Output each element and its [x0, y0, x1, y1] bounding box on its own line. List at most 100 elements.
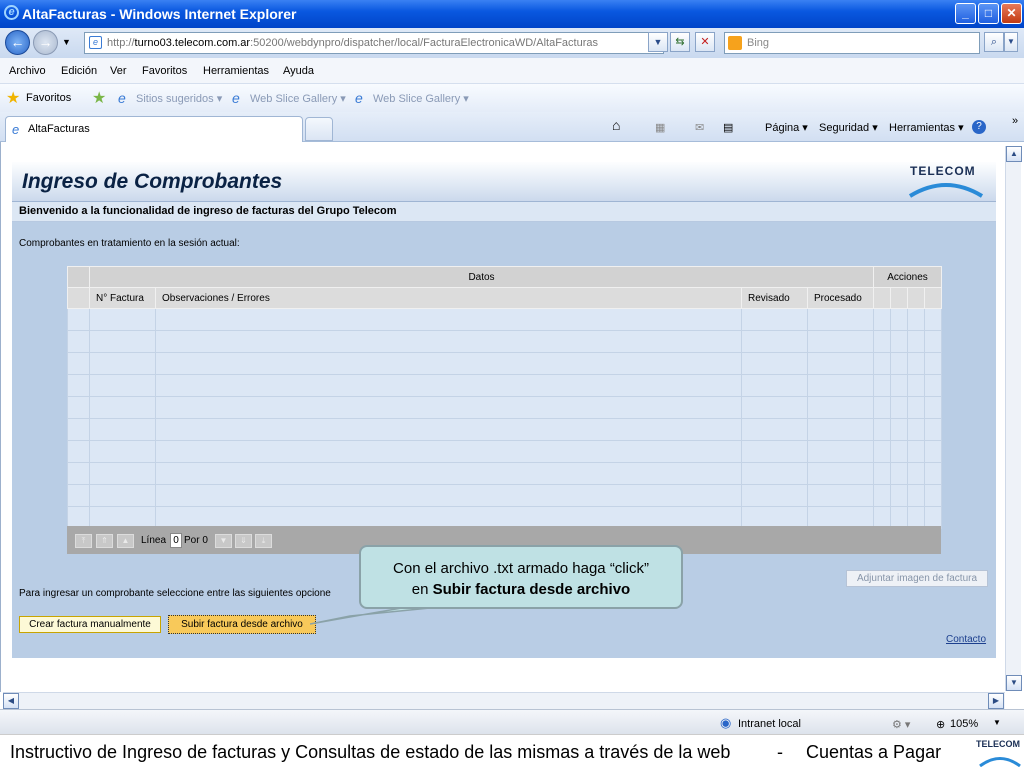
col-header-procesado[interactable]: Procesado: [807, 287, 874, 309]
row-selector[interactable]: [67, 418, 90, 441]
subir-factura-button[interactable]: Subir factura desde archivo: [168, 615, 316, 634]
table-row[interactable]: [67, 418, 943, 441]
table-cell: [741, 484, 808, 507]
zoom-level[interactable]: 105%: [950, 718, 978, 730]
last-page-icon[interactable]: ⤓: [255, 534, 272, 548]
menu-favoritos[interactable]: Favoritos: [142, 65, 187, 77]
table-cell: [873, 484, 891, 507]
menu-herramientas-cmd[interactable]: Herramientas ▾: [889, 121, 964, 134]
contacto-link[interactable]: Contacto: [946, 634, 986, 645]
table-row[interactable]: [67, 352, 943, 375]
table-cell: [923, 418, 943, 441]
table-row[interactable]: [67, 440, 943, 463]
url-dropdown-icon[interactable]: ▼: [648, 32, 668, 52]
table-row[interactable]: [67, 396, 943, 419]
table-row[interactable]: [67, 484, 943, 507]
history-dropdown-icon[interactable]: ▼: [62, 37, 71, 47]
forward-arrow-icon[interactable]: →: [33, 30, 58, 55]
fav-item-webslice-1[interactable]: Web Slice Gallery ▾: [250, 92, 346, 105]
url-input[interactable]: e http://turno03.telecom.com.ar:50200/we…: [84, 32, 664, 54]
row-selector[interactable]: [67, 484, 90, 507]
table-cell: [741, 374, 808, 397]
scroll-down-icon[interactable]: ▼: [1006, 675, 1022, 691]
table-cell: [873, 374, 891, 397]
protected-mode-icon[interactable]: ⚙ ▾: [892, 718, 910, 731]
col-header-accion: [907, 287, 925, 309]
scroll-up-icon[interactable]: ▲: [1006, 146, 1022, 162]
ie-page-icon: e: [232, 90, 240, 106]
table-cell: [89, 308, 156, 331]
zoom-dropdown-icon[interactable]: ▼: [993, 718, 1001, 727]
table-cell: [807, 374, 874, 397]
more-commands-icon[interactable]: »: [1012, 115, 1018, 127]
mail-icon[interactable]: ✉: [695, 121, 704, 134]
table-row[interactable]: [67, 374, 943, 397]
first-page-icon[interactable]: ⤒: [75, 534, 92, 548]
col-header-observaciones[interactable]: Observaciones / Errores: [155, 287, 742, 309]
search-options-icon[interactable]: ▼: [1004, 32, 1018, 52]
table-cell: [807, 308, 874, 331]
row-selector[interactable]: [67, 374, 90, 397]
table-cell: [923, 484, 943, 507]
vertical-scrollbar[interactable]: ▲ ▼: [1005, 146, 1022, 691]
table-row[interactable]: [67, 462, 943, 485]
row-selector[interactable]: [67, 308, 90, 331]
menu-herramientas[interactable]: Herramientas: [203, 65, 269, 77]
home-icon[interactable]: ⌂: [612, 117, 620, 133]
print-icon[interactable]: ▤: [723, 121, 733, 134]
linea-input[interactable]: 0: [170, 533, 182, 548]
table-cell: [923, 440, 943, 463]
menu-ayuda[interactable]: Ayuda: [283, 65, 314, 77]
close-button[interactable]: ✕: [1001, 3, 1022, 24]
feeds-icon[interactable]: ▦: [655, 121, 665, 134]
menu-ver[interactable]: Ver: [110, 65, 127, 77]
menu-seguridad[interactable]: Seguridad ▾: [819, 121, 878, 134]
fav-item-sitios[interactable]: Sitios sugeridos ▾: [136, 92, 222, 105]
col-header-revisado[interactable]: Revisado: [741, 287, 808, 309]
callout-bold: Subir factura desde archivo: [432, 581, 631, 598]
menu-pagina[interactable]: Página ▾: [765, 121, 808, 134]
table-cell: [89, 396, 156, 419]
add-favorite-icon[interactable]: ★: [92, 88, 106, 108]
next-page-fast-icon[interactable]: ⇓: [235, 534, 252, 548]
row-selector[interactable]: [67, 352, 90, 375]
table-cell: [89, 374, 156, 397]
row-selector[interactable]: [67, 462, 90, 485]
search-icon[interactable]: ⌕: [984, 32, 1004, 52]
table-cell: [923, 396, 943, 419]
search-input[interactable]: Bing: [724, 32, 980, 54]
adjuntar-imagen-button[interactable]: Adjuntar imagen de factura: [846, 570, 988, 587]
favorites-button[interactable]: Favoritos: [26, 92, 71, 104]
stop-icon[interactable]: ✕: [695, 32, 715, 52]
col-header-factura[interactable]: N° Factura: [89, 287, 156, 309]
refresh-icon[interactable]: ⇆: [670, 32, 690, 52]
prev-page-icon[interactable]: ▲: [117, 534, 134, 548]
row-selector[interactable]: [67, 330, 90, 353]
fav-item-webslice-2[interactable]: Web Slice Gallery ▾: [373, 92, 469, 105]
maximize-button[interactable]: □: [978, 3, 999, 24]
scroll-left-icon[interactable]: ◀: [3, 693, 19, 709]
table-row[interactable]: [67, 308, 943, 331]
table-cell: [89, 484, 156, 507]
menu-edicion[interactable]: Edición: [61, 65, 97, 77]
select-header[interactable]: [67, 287, 90, 309]
table-cell: [155, 484, 742, 507]
next-page-icon[interactable]: ▼: [215, 534, 232, 548]
page-icon: e: [89, 36, 102, 49]
prev-page-fast-icon[interactable]: ⇑: [96, 534, 113, 548]
tab-altafacturas[interactable]: e AltaFacturas: [5, 116, 303, 142]
help-icon[interactable]: ?: [972, 120, 986, 134]
row-selector[interactable]: [67, 396, 90, 419]
new-tab-button[interactable]: [305, 117, 333, 141]
table-cell: [890, 308, 908, 331]
minimize-button[interactable]: _: [955, 3, 976, 24]
horizontal-scrollbar[interactable]: ◀ ▶: [3, 692, 1005, 709]
table-row[interactable]: [67, 330, 943, 353]
crear-factura-button[interactable]: Crear factura manualmente: [19, 616, 161, 633]
table-cell: [873, 462, 891, 485]
menu-archivo[interactable]: Archivo: [9, 65, 46, 77]
back-arrow-icon[interactable]: ←: [5, 30, 30, 55]
row-selector[interactable]: [67, 440, 90, 463]
table-cell: [807, 440, 874, 463]
scroll-right-icon[interactable]: ▶: [988, 693, 1004, 709]
